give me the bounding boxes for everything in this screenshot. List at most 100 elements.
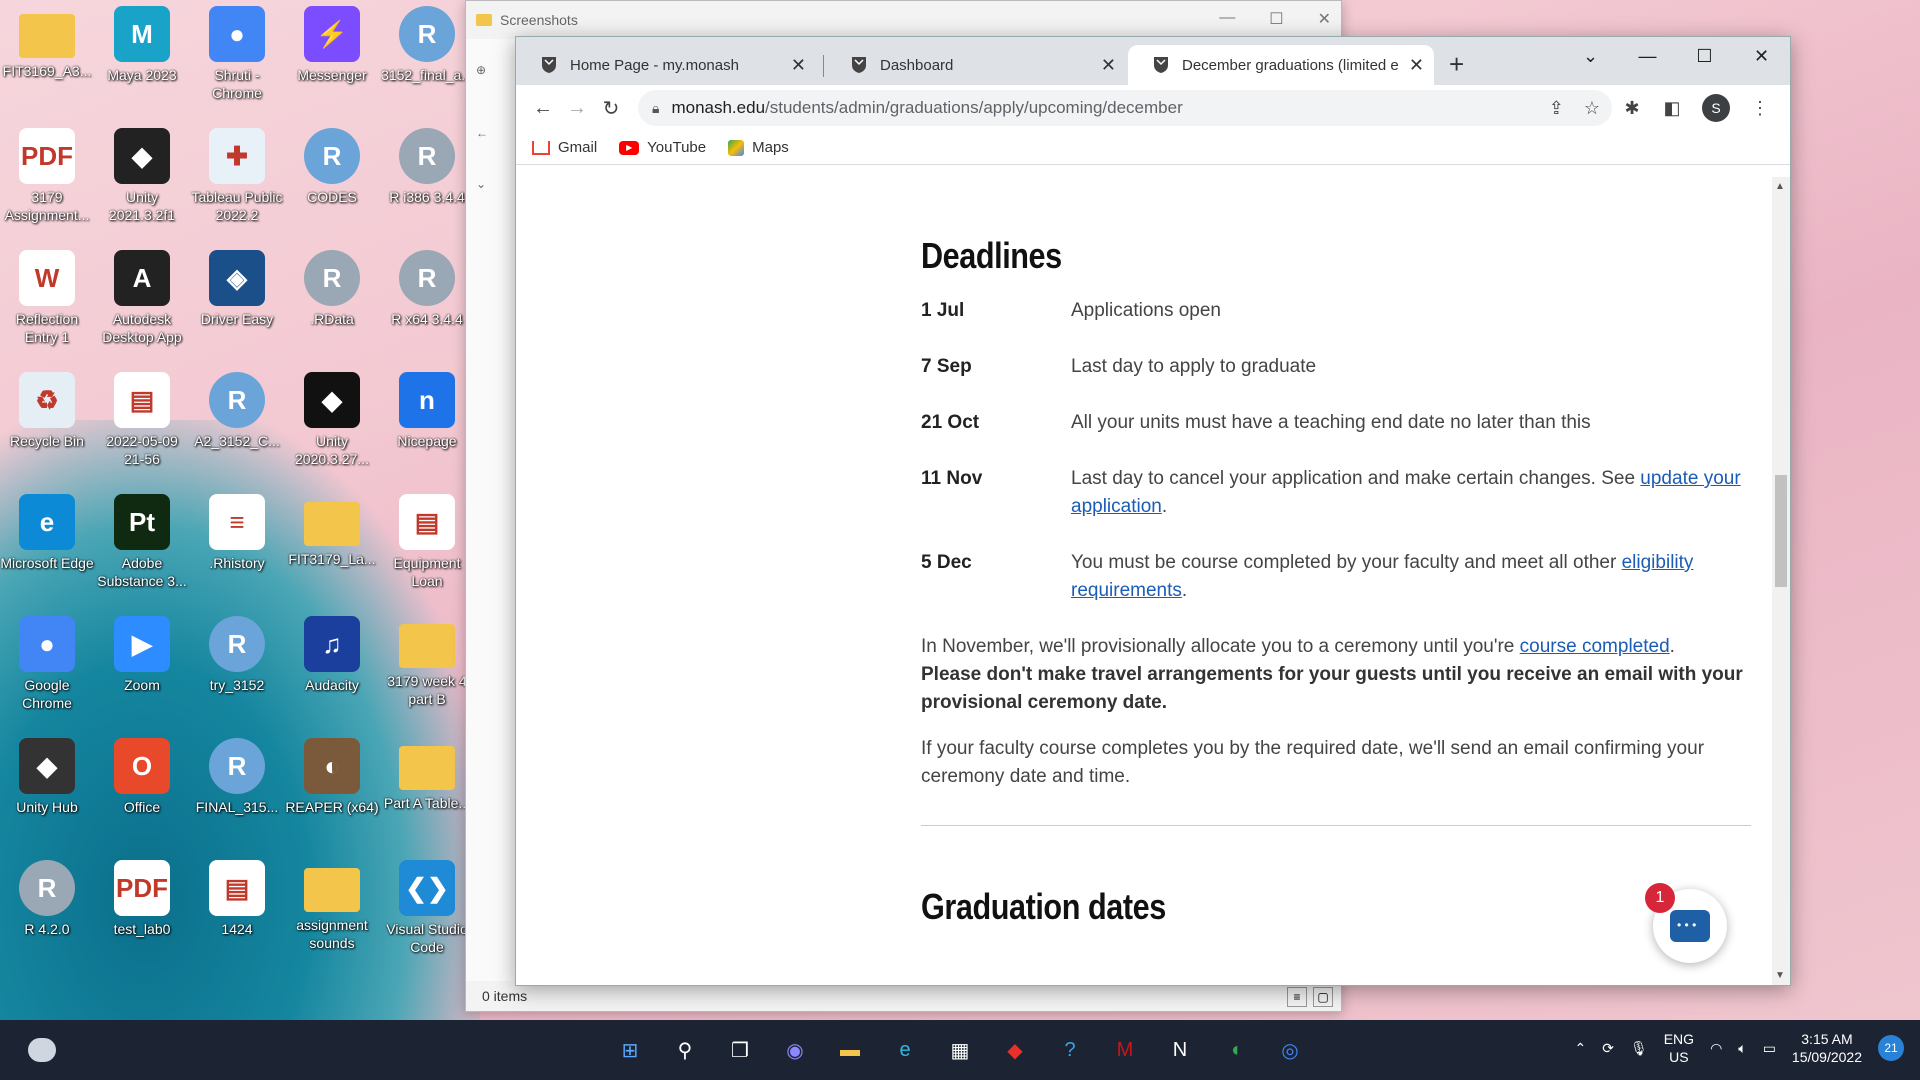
desktop-icon[interactable]: R A2_3152_C...: [190, 366, 284, 482]
desktop-icon[interactable]: ❮❯ Visual Studio Code: [380, 854, 474, 970]
tab-search-chevron-icon[interactable]: ⌄: [1562, 37, 1619, 85]
desktop-icon[interactable]: ◐ REAPER (x64): [285, 732, 379, 848]
tiles-view-icon[interactable]: ▢: [1313, 987, 1333, 1007]
language-indicator[interactable]: ENG US: [1664, 1030, 1694, 1066]
explorer-titlebar[interactable]: Screenshots: [466, 1, 1341, 39]
scrollbar-thumb[interactable]: [1775, 475, 1787, 587]
scroll-down-arrow-icon[interactable]: ▼: [1775, 970, 1785, 981]
back-arrow-icon[interactable]: ←: [526, 97, 560, 120]
bookmark-youtube[interactable]: ▶ YouTube: [619, 139, 706, 156]
wifi-icon[interactable]: ◠: [1710, 1040, 1722, 1057]
desktop-icon[interactable]: ▶ Zoom: [95, 610, 189, 726]
side-panel-icon[interactable]: ◧: [1652, 98, 1692, 119]
notion-icon[interactable]: N: [1160, 1030, 1200, 1070]
desktop-icon[interactable]: R .RData: [285, 244, 379, 360]
desktop-icon[interactable]: ◆ Unity 2021.3.2f1: [95, 122, 189, 238]
maximize-icon[interactable]: ☐: [1269, 9, 1283, 29]
address-bar[interactable]: 🔒︎ monash.edu/students/admin/graduations…: [638, 90, 1612, 126]
weather-widget-icon[interactable]: [28, 1038, 56, 1062]
tab-close-icon[interactable]: ✕: [1409, 55, 1424, 76]
desktop-icon[interactable]: R R 4.2.0: [0, 854, 94, 970]
desktop-icon[interactable]: R R i386 3.4.4: [380, 122, 474, 238]
start-windows-icon[interactable]: ⊞: [610, 1030, 650, 1070]
bookmark-star-icon[interactable]: ☆: [1584, 98, 1600, 119]
volume-icon[interactable]: 🔈︎: [1738, 1040, 1746, 1057]
minimize-icon[interactable]: —: [1619, 37, 1676, 85]
reload-icon[interactable]: ↻: [594, 96, 628, 121]
desktop-icon[interactable]: A Autodesk Desktop App: [95, 244, 189, 360]
desktop-icon[interactable]: M Maya 2023: [95, 0, 189, 116]
desktop-icon[interactable]: ◈ Driver Easy: [190, 244, 284, 360]
bookmark-gmail[interactable]: Gmail: [532, 139, 597, 156]
mcafee-icon[interactable]: M: [1105, 1030, 1145, 1070]
desktop-icon[interactable]: FIT3169_A3...: [0, 0, 94, 116]
tab-home-page[interactable]: Home Page - my.monash ✕: [516, 45, 816, 85]
desktop-icon[interactable]: assignment sounds: [285, 854, 379, 970]
profile-avatar[interactable]: S: [1702, 94, 1730, 122]
new-tab-icon[interactable]: +: [1449, 49, 1464, 80]
desktop-icon[interactable]: Pt Adobe Substance 3...: [95, 488, 189, 604]
battery-icon[interactable]: ▭: [1763, 1040, 1776, 1057]
desktop-icon[interactable]: ♻ Recycle Bin: [0, 366, 94, 482]
chat-button[interactable]: 1: [1645, 883, 1727, 963]
maximize-icon[interactable]: ☐: [1676, 37, 1733, 85]
desktop-icon[interactable]: R FINAL_315...: [190, 732, 284, 848]
tab-december-graduations[interactable]: December graduations (limited e ✕: [1128, 45, 1434, 85]
notification-count[interactable]: 21: [1878, 1035, 1904, 1061]
menu-kebab-icon[interactable]: ⋮: [1740, 98, 1780, 119]
desktop-icon[interactable]: ⚡ Messenger: [285, 0, 379, 116]
course-completed-link[interactable]: course completed: [1520, 636, 1670, 657]
share-icon[interactable]: ⇪: [1549, 98, 1564, 119]
sync-icon[interactable]: ⟳: [1602, 1040, 1614, 1057]
add-icon[interactable]: ⊕: [466, 55, 518, 86]
desktop-icon[interactable]: ▤ 2022-05-09 21-56: [95, 366, 189, 482]
desktop-icon[interactable]: ≡ .Rhistory: [190, 488, 284, 604]
desktop-icon[interactable]: ▤ 1424: [190, 854, 284, 970]
page-scrollbar[interactable]: ▲ ▼: [1772, 177, 1790, 985]
page-viewport[interactable]: Deadlines 1 Jul Applications open 7 Sep …: [516, 177, 1772, 985]
edge-icon[interactable]: e: [885, 1030, 925, 1070]
details-view-icon[interactable]: ≡: [1287, 987, 1307, 1007]
desktop-icon[interactable]: W Reflection Entry 1: [0, 244, 94, 360]
desktop-icon[interactable]: R CODES: [285, 122, 379, 238]
scroll-up-arrow-icon[interactable]: ▲: [1775, 181, 1785, 192]
desktop-icon[interactable]: 3179 week 4 part B: [380, 610, 474, 726]
desktop-icon[interactable]: ✚ Tableau Public 2022.2: [190, 122, 284, 238]
desktop-icon[interactable]: FIT3179_La...: [285, 488, 379, 604]
task-view-icon[interactable]: ❐: [720, 1030, 760, 1070]
expand-chevron-icon[interactable]: ⌄: [466, 169, 518, 200]
desktop-icon[interactable]: PDF test_lab0: [95, 854, 189, 970]
bookmark-maps[interactable]: Maps: [728, 139, 789, 156]
desktop-icon[interactable]: ◆ Unity 2020.3.27...: [285, 366, 379, 482]
clock[interactable]: 3:15 AM 15/09/2022: [1792, 1030, 1862, 1066]
desktop-icon[interactable]: ● Shruti - Chrome: [190, 0, 284, 116]
forward-arrow-icon[interactable]: →: [560, 97, 594, 120]
desktop-icon[interactable]: R R x64 3.4.4: [380, 244, 474, 360]
desktop-icon[interactable]: ▤ Equipment Loan: [380, 488, 474, 604]
desktop-icon[interactable]: Part A Table...: [380, 732, 474, 848]
search-icon[interactable]: ⚲: [665, 1030, 705, 1070]
help-icon[interactable]: ?: [1050, 1030, 1090, 1070]
app-red-diamond-icon[interactable]: ◆: [995, 1030, 1035, 1070]
close-icon[interactable]: ✕: [1733, 37, 1790, 85]
microsoft-store-icon[interactable]: ▦: [940, 1030, 980, 1070]
desktop-icon[interactable]: ● Google Chrome: [0, 610, 94, 726]
desktop-icon[interactable]: n Nicepage: [380, 366, 474, 482]
minimize-icon[interactable]: —: [1219, 9, 1235, 29]
desktop-icon[interactable]: R 3152_final_a...: [380, 0, 474, 116]
extensions-puzzle-icon[interactable]: ✱: [1612, 98, 1652, 119]
microphone-icon[interactable]: 🎙︎: [1630, 1040, 1648, 1057]
close-icon[interactable]: ✕: [1318, 9, 1331, 29]
chrome-icon[interactable]: ◎: [1270, 1030, 1310, 1070]
maps-pin-icon[interactable]: ◖: [1215, 1030, 1255, 1070]
tab-close-icon[interactable]: ✕: [791, 55, 806, 76]
desktop-icon[interactable]: e Microsoft Edge: [0, 488, 94, 604]
desktop-icon[interactable]: ♫ Audacity: [285, 610, 379, 726]
file-explorer-icon[interactable]: ▬: [830, 1030, 870, 1070]
tab-close-icon[interactable]: ✕: [1101, 55, 1116, 76]
desktop-icon[interactable]: Rtry_3152: [190, 610, 284, 726]
chevron-up-icon[interactable]: ⌃: [1574, 1040, 1586, 1057]
desktop-icon[interactable]: ◆ Unity Hub: [0, 732, 94, 848]
browser-window[interactable]: Home Page - my.monash ✕ Dashboard ✕ Dece…: [515, 36, 1791, 986]
back-arrow-icon[interactable]: ←: [466, 118, 518, 149]
